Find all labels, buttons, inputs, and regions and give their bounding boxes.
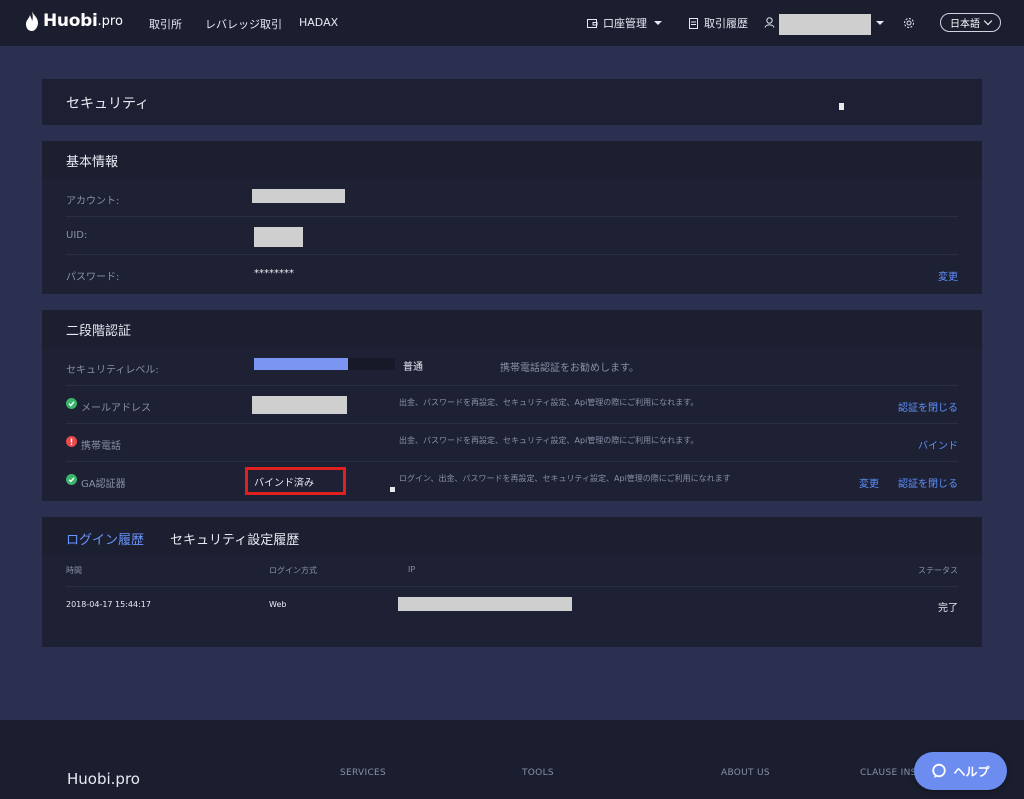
password-value: ********	[254, 268, 294, 279]
phone-row: 携帯電話 出金、パスワードを再設定、セキュリティ設定、Api管理の際にご利用にな…	[66, 424, 958, 462]
account-value-redacted	[252, 189, 345, 203]
account-label: アカウント:	[66, 196, 120, 207]
trade-history-label: 取引履歴	[704, 17, 748, 30]
security-level-label: セキュリティレベル:	[66, 365, 159, 376]
nav-exchange[interactable]: 取引所	[149, 16, 182, 32]
top-navbar: Huobi .pro 取引所 レバレッジ取引 HADAX 口座管理 取引履歴 日本…	[0, 0, 1024, 46]
disable-email-auth-link[interactable]: 認証を閉じる	[898, 399, 958, 414]
ga-row: GA認証器 バインド済み ログイン、出金、パスワードを再設定、セキュリティ設定、…	[66, 462, 958, 500]
ga-description: ログイン、出金、パスワードを再設定、セキュリティ設定、Api管理の際にご利用にな…	[399, 474, 731, 483]
redacted-mark	[839, 103, 844, 110]
footer: Huobi.pro SERVICES TOOLS ABOUT US CLAUSE…	[0, 720, 1024, 799]
col-ip: IP	[408, 565, 416, 574]
password-row: パスワード: ******** 変更	[66, 255, 958, 293]
col-login-method: ログイン方式	[269, 566, 317, 575]
security-level-row: セキュリティレベル: 普通 携帯電話認証をお勧めします。	[66, 348, 958, 386]
caret-down-icon	[654, 21, 662, 25]
uid-label: UID:	[66, 230, 88, 241]
wallet-icon	[587, 18, 598, 28]
bind-phone-link[interactable]: バインド	[918, 437, 958, 452]
logo-brand: Huobi	[43, 11, 98, 31]
table-row: 2018-04-17 15:44:17 Web 完了	[66, 587, 958, 625]
language-label: 日本語	[950, 19, 980, 30]
uid-value-redacted	[254, 227, 303, 247]
col-status: ステータス	[918, 566, 958, 575]
phone-label: 携帯電話	[81, 441, 121, 452]
help-button[interactable]: ヘルプ	[914, 752, 1007, 790]
security-level-fill	[254, 358, 349, 370]
history-header-row: 時間 ログイン方式 IP ステータス	[66, 555, 958, 587]
account-menu-label: 口座管理	[603, 17, 647, 30]
security-level-value: 普通	[403, 362, 423, 373]
security-level-bar	[254, 358, 395, 370]
change-password-link[interactable]: 変更	[938, 268, 958, 283]
document-icon	[689, 17, 698, 29]
trade-history-link[interactable]: 取引履歴	[688, 15, 748, 31]
two-factor-title: 二段階認証	[42, 310, 982, 348]
uid-row: UID:	[66, 217, 958, 255]
huobi-logo[interactable]: Huobi .pro	[24, 11, 123, 31]
row-ip-redacted	[398, 597, 572, 611]
page-title: セキュリティ	[66, 96, 150, 112]
account-row: アカウント:	[66, 179, 958, 217]
username-redacted[interactable]	[779, 14, 871, 35]
footer-services[interactable]: SERVICES	[340, 768, 386, 778]
change-ga-link[interactable]: 変更	[859, 475, 879, 490]
ga-status: バインド済み	[254, 478, 314, 489]
security-level-hint: 携帯電話認証をお勧めします。	[500, 363, 639, 374]
chat-bubble-icon	[932, 763, 947, 778]
footer-tools[interactable]: TOOLS	[522, 768, 554, 778]
redacted-mark	[390, 487, 395, 492]
disable-ga-auth-link[interactable]: 認証を閉じる	[898, 475, 958, 490]
col-time: 時間	[66, 566, 82, 575]
history-panel: ログイン履歴 セキュリティ設定履歴 時間 ログイン方式 IP ステータス 201…	[42, 517, 982, 647]
history-tabs: ログイン履歴 セキュリティ設定履歴	[42, 517, 982, 555]
two-factor-panel: 二段階認証 セキュリティレベル: 普通 携帯電話認証をお勧めします。 メールアド…	[42, 310, 982, 501]
logo-suffix: .pro	[97, 13, 123, 29]
page-title-panel: セキュリティ	[42, 79, 982, 125]
user-caret-down-icon[interactable]	[876, 21, 884, 25]
warning-circle-icon	[66, 436, 77, 447]
check-circle-icon	[66, 398, 77, 409]
tab-login-history[interactable]: ログイン履歴	[66, 529, 144, 548]
basic-info-panel: 基本情報 アカウント: UID: パスワード: ******** 変更	[42, 141, 982, 294]
row-method: Web	[269, 600, 287, 609]
password-label: パスワード:	[66, 272, 120, 283]
language-selector[interactable]: 日本語	[940, 13, 1001, 32]
help-label: ヘルプ	[953, 764, 990, 779]
email-label: メールアドレス	[81, 403, 151, 414]
basic-info-title: 基本情報	[42, 141, 982, 179]
nav-margin-trading[interactable]: レバレッジ取引	[205, 16, 282, 32]
ga-label: GA認証器	[81, 479, 126, 490]
email-description: 出金、パスワードを再設定、セキュリティ設定、Api管理の際にご利用になれます。	[399, 398, 699, 407]
account-menu[interactable]: 口座管理	[587, 15, 662, 31]
tab-security-history[interactable]: セキュリティ設定履歴	[170, 529, 299, 548]
email-value-redacted	[252, 396, 347, 414]
flame-logo-icon	[26, 11, 38, 31]
row-time: 2018-04-17 15:44:17	[66, 600, 151, 609]
email-row: メールアドレス 出金、パスワードを再設定、セキュリティ設定、Api管理の際にご利…	[66, 386, 958, 424]
phone-description: 出金、パスワードを再設定、セキュリティ設定、Api管理の際にご利用になれます。	[399, 436, 699, 445]
footer-clause[interactable]: CLAUSE INS	[860, 768, 917, 778]
footer-logo[interactable]: Huobi.pro	[67, 770, 140, 788]
footer-about-us[interactable]: ABOUT US	[721, 768, 770, 778]
gear-icon[interactable]	[903, 17, 915, 29]
user-icon[interactable]	[764, 17, 775, 28]
chevron-down-icon	[983, 16, 993, 26]
row-status: 完了	[938, 603, 958, 614]
nav-hadax[interactable]: HADAX	[299, 16, 338, 29]
check-circle-icon	[66, 474, 77, 485]
